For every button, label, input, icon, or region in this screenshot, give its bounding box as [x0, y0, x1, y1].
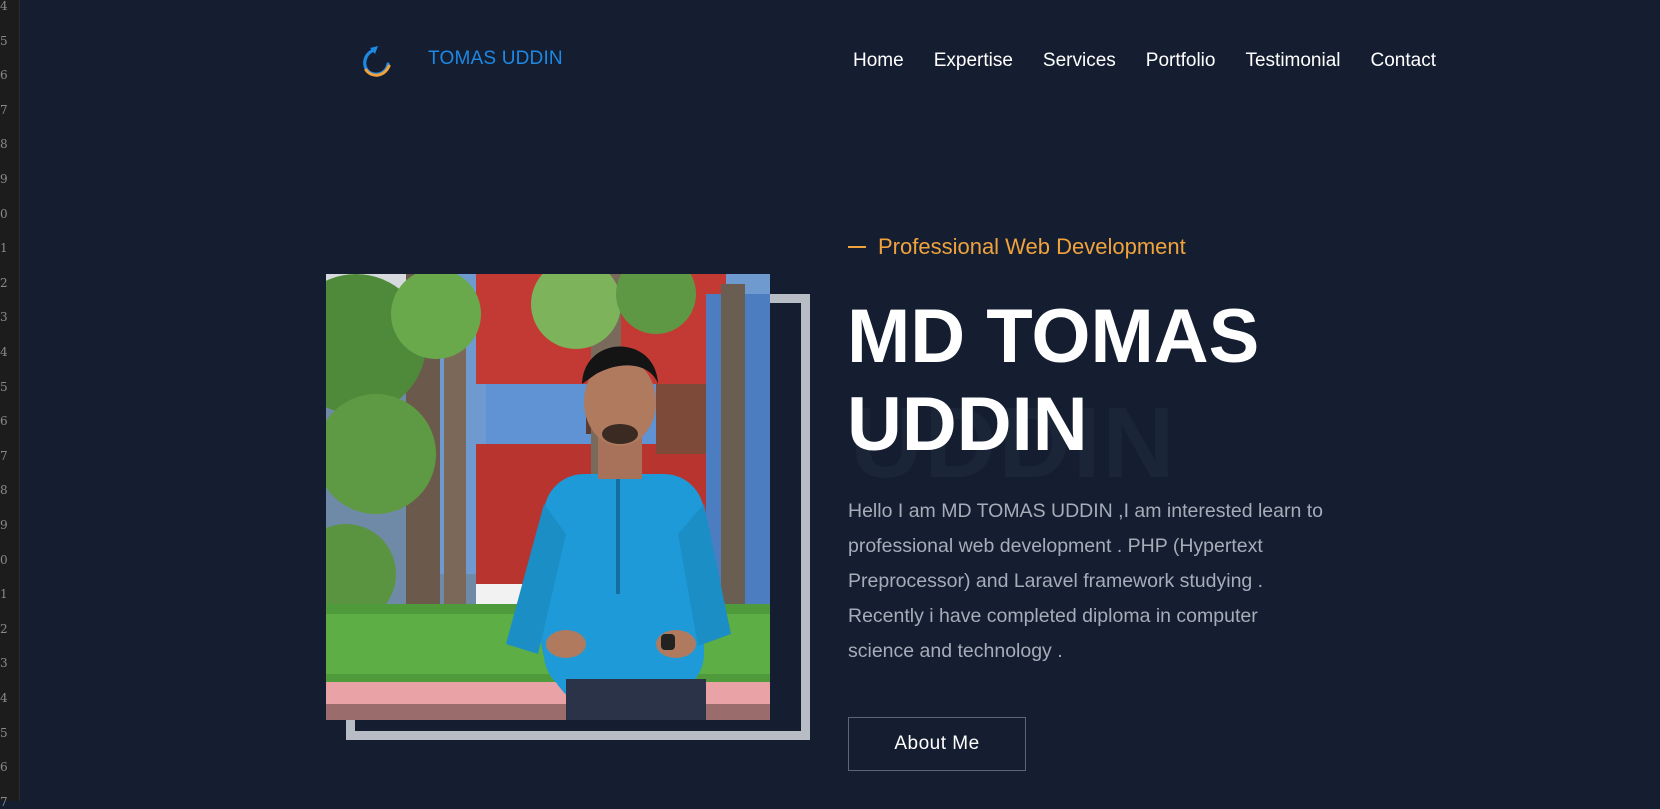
- nav-expertise[interactable]: Expertise: [934, 50, 1013, 72]
- gutter-line-number: 1: [0, 241, 8, 256]
- gutter-line-number: 4: [0, 691, 8, 705]
- gutter-line-number: 3: [0, 310, 8, 325]
- gutter-line-number: 7: [0, 102, 8, 117]
- hero-title: MD TOMAS UDDIN: [847, 293, 1407, 469]
- logo-swirl-icon[interactable]: [356, 40, 392, 80]
- hero-title-line2: UDDIN: [847, 382, 1088, 467]
- kicker-dash: [848, 246, 866, 248]
- gutter-line-number: 9: [0, 172, 8, 186]
- nav-portfolio[interactable]: Portfolio: [1146, 50, 1216, 72]
- nav-services[interactable]: Services: [1043, 50, 1116, 72]
- nav-contact[interactable]: Contact: [1371, 50, 1436, 72]
- gutter-line-number: 4: [0, 345, 8, 359]
- gutter-line-number: 4: [0, 0, 8, 13]
- gutter-line-number: 5: [0, 33, 8, 48]
- hero-kicker: Professional Web Development: [848, 234, 1186, 260]
- gutter-line-number: 2: [0, 275, 8, 290]
- hero-bio: Hello I am MD TOMAS UDDIN ,I am interest…: [848, 500, 1324, 662]
- gutter-line-number: 7: [0, 794, 8, 809]
- gutter-line-number: 3: [0, 656, 8, 671]
- gutter-line-number: 6: [0, 68, 8, 83]
- main-nav: Home Expertise Services Portfolio Testim…: [823, 50, 1436, 72]
- gutter-line-number: 7: [0, 448, 8, 463]
- about-me-button[interactable]: About Me: [848, 717, 1026, 771]
- gutter-line-number: 2: [0, 621, 8, 636]
- gutter-line-number: 0: [0, 552, 8, 567]
- nav-home[interactable]: Home: [853, 50, 904, 72]
- hero-title-line1: MD TOMAS: [847, 294, 1260, 379]
- nav-testimonial[interactable]: Testimonial: [1245, 50, 1340, 72]
- gutter-line-number: 6: [0, 760, 8, 775]
- brand-name[interactable]: TOMAS UDDIN: [428, 48, 563, 70]
- profile-photo: [326, 274, 770, 720]
- gutter-line-number: 1: [0, 587, 8, 602]
- editor-gutter: 4 5 6 7 8 9 0 1 2 3 4 5 6 7 8 9 0 1 2 3 4 5 6 7: [0, 0, 20, 808]
- gutter-line-number: 5: [0, 379, 8, 394]
- gutter-line-number: 8: [0, 137, 8, 152]
- kicker-text: Professional Web Development: [878, 234, 1186, 259]
- gutter-line-number: 8: [0, 483, 8, 498]
- gutter-line-number: 5: [0, 725, 8, 740]
- gutter-line-number: 9: [0, 518, 8, 532]
- gutter-line-number: 0: [0, 206, 8, 221]
- gutter-line-number: 6: [0, 414, 8, 429]
- portfolio-page: TOMAS UDDIN Home Expertise Services Port…: [20, 0, 1660, 801]
